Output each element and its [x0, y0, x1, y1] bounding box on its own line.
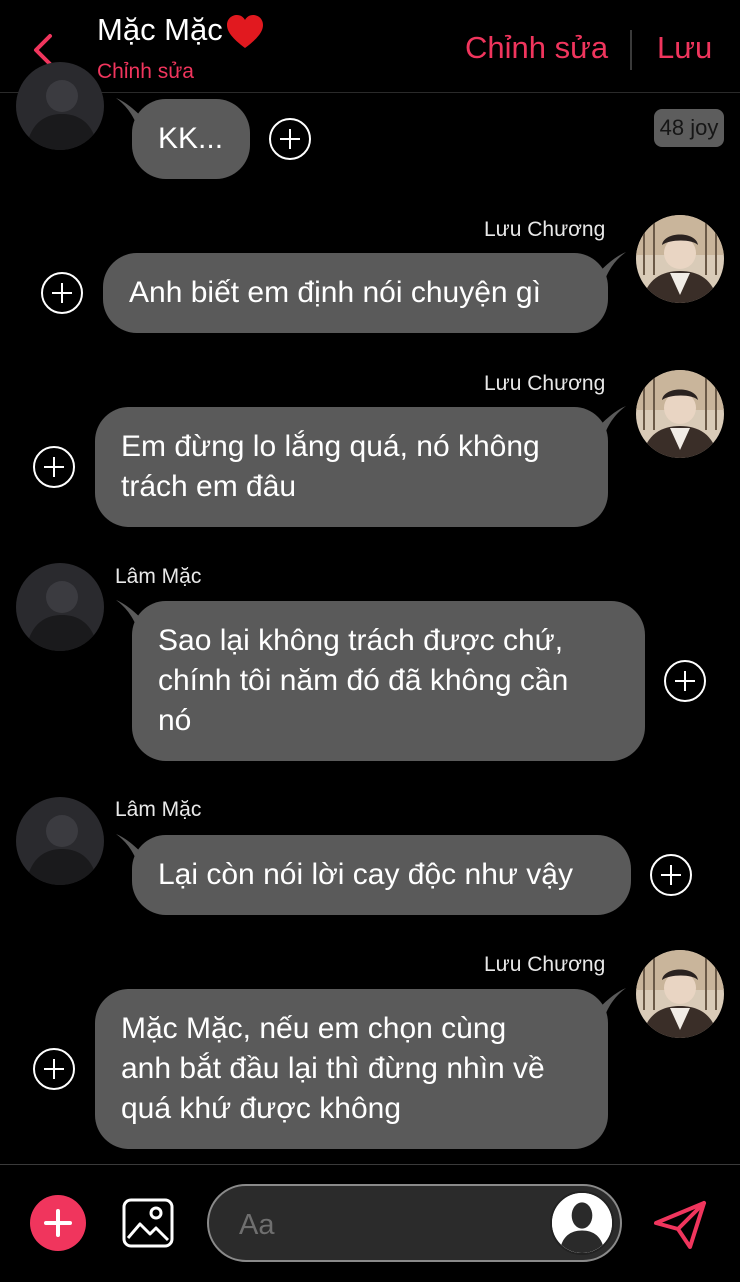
- user-silhouette-icon[interactable]: [550, 1191, 614, 1255]
- person-photo-icon: [636, 370, 724, 458]
- avatar-luu-chuong[interactable]: [636, 215, 724, 303]
- react-plus-icon[interactable]: [664, 660, 706, 702]
- message-text: KK...: [158, 122, 224, 155]
- person-photo-icon: [16, 563, 104, 651]
- edit-button[interactable]: Chỉnh sửa: [465, 30, 608, 66]
- person-photo-icon: [16, 62, 104, 150]
- sender-name: Lưu Chương: [484, 218, 606, 241]
- message-bubble[interactable]: KK...: [132, 99, 250, 179]
- composer-bar: [0, 1164, 740, 1282]
- message-input[interactable]: [237, 1206, 541, 1244]
- sender-name: Lâm Mặc: [115, 565, 202, 588]
- message-bubble[interactable]: Anh biết em định nói chuyện gì: [103, 253, 608, 333]
- chat-subtitle[interactable]: Chỉnh sửa: [97, 60, 194, 84]
- sender-name: Lâm Mặc: [115, 798, 202, 821]
- person-photo-icon: [16, 797, 104, 885]
- message-bubble[interactable]: Em đừng lo lắng quá, nó không trách em đ…: [95, 407, 608, 527]
- message-text: Em đừng lo lắng quá, nó không trách em đ…: [121, 430, 540, 503]
- message-text: Anh biết em định nói chuyện gì: [129, 276, 541, 309]
- message-input-box[interactable]: [207, 1184, 622, 1262]
- react-plus-icon[interactable]: [650, 854, 692, 896]
- avatar-lam-mac[interactable]: [16, 797, 104, 885]
- header-divider: [630, 30, 632, 70]
- message-text: Lại còn nói lời cay độc như vậy: [158, 858, 573, 891]
- avatar-luu-chuong[interactable]: [636, 950, 724, 1038]
- sender-name: Lưu Chương: [484, 953, 606, 976]
- sender-name: Lưu Chương: [484, 372, 606, 395]
- person-photo-icon: [636, 950, 724, 1038]
- message-bubble[interactable]: Sao lại không trách được chứ, chính tôi …: [132, 601, 645, 761]
- message-bubble[interactable]: Lại còn nói lời cay độc như vậy: [132, 835, 631, 915]
- image-icon[interactable]: [122, 1198, 174, 1248]
- react-plus-icon[interactable]: [33, 446, 75, 488]
- message-text: Mặc Mặc, nếu em chọn cùng anh bắt đầu lạ…: [121, 1012, 545, 1125]
- avatar-lam-mac[interactable]: [16, 62, 104, 150]
- chat-header: Mặc Mặc Chỉnh sửa Chỉnh sửa Lưu: [0, 0, 740, 93]
- chat-title-text: Mặc Mặc: [97, 12, 223, 47]
- react-plus-icon[interactable]: [269, 118, 311, 160]
- save-button[interactable]: Lưu: [657, 30, 712, 66]
- chat-title: Mặc Mặc: [97, 12, 265, 50]
- send-icon[interactable]: [652, 1199, 708, 1251]
- message-text: Sao lại không trách được chứ, chính tôi …: [158, 624, 569, 737]
- plus-icon[interactable]: [30, 1195, 86, 1251]
- avatar-luu-chuong[interactable]: [636, 370, 724, 458]
- avatar-lam-mac[interactable]: [16, 563, 104, 651]
- person-photo-icon: [636, 215, 724, 303]
- joy-badge: 48 joy: [654, 109, 724, 147]
- react-plus-icon[interactable]: [33, 1048, 75, 1090]
- heart-icon: [226, 14, 263, 48]
- message-bubble[interactable]: Mặc Mặc, nếu em chọn cùng anh bắt đầu lạ…: [95, 989, 608, 1149]
- react-plus-icon[interactable]: [41, 272, 83, 314]
